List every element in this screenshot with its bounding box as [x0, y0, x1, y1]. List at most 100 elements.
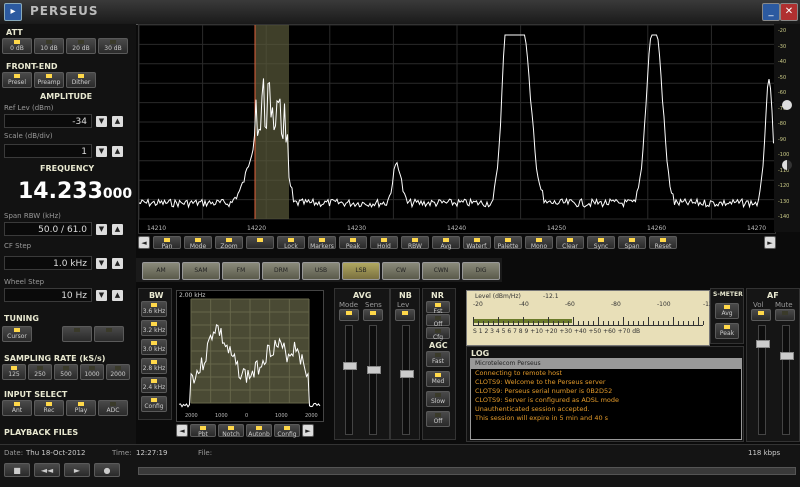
nb-slider[interactable]: [400, 325, 414, 435]
scroll-left-icon[interactable]: ◄: [138, 236, 150, 249]
ref-level-down-icon[interactable]: ▼: [96, 116, 107, 127]
input-button-ant[interactable]: Ant: [2, 400, 32, 416]
close-button[interactable]: ✕: [780, 3, 798, 21]
spectrum-tool-lock[interactable]: Lock: [277, 236, 305, 250]
filter-button-3-0-khz[interactable]: 3.0 kHz: [141, 339, 167, 355]
input-button-play[interactable]: Play: [66, 400, 96, 416]
scale-up-icon[interactable]: ▲: [112, 146, 123, 157]
avg-sens-button[interactable]: [363, 309, 383, 321]
att-button-10-db[interactable]: 10 dB: [34, 38, 64, 54]
frontend-button-dither[interactable]: Dither: [66, 72, 96, 88]
spectrum-tool-peak[interactable]: Peak: [339, 236, 367, 250]
spectrum-tool-reset[interactable]: Reset: [649, 236, 677, 250]
scale-field[interactable]: 1: [4, 144, 92, 158]
tuning-button-3[interactable]: [94, 326, 124, 342]
sampling-button-1000[interactable]: 1000: [80, 364, 104, 380]
filter-tool-config[interactable]: Config: [274, 424, 300, 438]
agc-button-med[interactable]: Med: [426, 371, 450, 387]
mode-button-usb[interactable]: USB: [302, 262, 340, 280]
avg-sens-slider[interactable]: [367, 325, 381, 435]
ref-level-up-icon[interactable]: ▲: [112, 116, 123, 127]
input-button-adc[interactable]: ADC: [98, 400, 128, 416]
tuning-button-1[interactable]: Cursor: [2, 326, 32, 342]
stop-button[interactable]: ■: [4, 463, 30, 477]
input-button-rec[interactable]: Rec: [34, 400, 64, 416]
af-mute-button[interactable]: [775, 309, 795, 321]
mode-button-cw[interactable]: CW: [382, 262, 420, 280]
filter-button-3-6-khz[interactable]: 3.6 kHz: [141, 301, 167, 317]
cf-step-up-icon[interactable]: ▲: [112, 258, 123, 269]
minimize-button[interactable]: _: [762, 3, 780, 21]
filter-button-3-2-khz[interactable]: 3.2 kHz: [141, 320, 167, 336]
playback-progress[interactable]: [138, 467, 796, 475]
frontend-button-preamp[interactable]: Preamp: [34, 72, 64, 88]
filter-button-2-8-khz[interactable]: 2.8 kHz: [141, 358, 167, 374]
frontend-button-presel[interactable]: Presel: [2, 72, 32, 88]
filter-button-2-4-khz[interactable]: 2.4 kHz: [141, 377, 167, 393]
avg-mode-thumb[interactable]: [343, 362, 357, 370]
mode-button-sam[interactable]: SAM: [182, 262, 220, 280]
avg-mode-button[interactable]: [339, 309, 359, 321]
nb-thumb[interactable]: [400, 370, 414, 378]
mode-button-drm[interactable]: DRM: [262, 262, 300, 280]
spectrum-tool-mode[interactable]: Mode: [184, 236, 212, 250]
spectrum-tool-markers[interactable]: Markers: [308, 236, 336, 250]
nr-button-off[interactable]: Off: [426, 314, 450, 328]
agc-button-off[interactable]: Off: [426, 411, 450, 427]
scroll-right-icon[interactable]: ►: [764, 236, 776, 249]
sampling-button-2000[interactable]: 2000: [106, 364, 130, 380]
play-button[interactable]: ►: [64, 463, 90, 477]
spectrum-tool-mono[interactable]: Mono: [525, 236, 553, 250]
span-up-icon[interactable]: ▲: [112, 224, 123, 235]
agc-button-fast[interactable]: Fast: [426, 351, 450, 367]
span-down-icon[interactable]: ▼: [96, 224, 107, 235]
spectrum-tool-blank[interactable]: [246, 236, 274, 249]
spectrum-tool-pan[interactable]: Pan: [153, 236, 181, 250]
filter-scroll-right-icon[interactable]: ►: [302, 424, 314, 437]
spectrum-tool-waterf[interactable]: Waterf.: [463, 236, 491, 250]
span-field[interactable]: 50.0 / 61.0: [4, 222, 92, 236]
mode-button-fm[interactable]: FM: [222, 262, 260, 280]
record-button[interactable]: ●: [94, 463, 120, 477]
avg-sens-thumb[interactable]: [367, 366, 381, 374]
spectrum-tool-avg[interactable]: Avg: [432, 236, 460, 250]
wheel-step-field[interactable]: 10 Hz: [4, 288, 92, 302]
ref-level-field[interactable]: -34: [4, 114, 92, 128]
spectrum-tool-sync[interactable]: Sync: [587, 236, 615, 250]
filter-spectrum[interactable]: 2.00 kHz 2000 1000 0 1000 2000: [176, 290, 324, 422]
filter-tool-notch[interactable]: Notch: [218, 424, 244, 438]
af-vol-thumb[interactable]: [756, 340, 770, 348]
frequency-display[interactable]: 14.233000: [18, 179, 132, 204]
scale-down-icon[interactable]: ▼: [96, 146, 107, 157]
filter-tool-autonb[interactable]: Autonb: [246, 424, 272, 438]
spectrum-tool-rbw[interactable]: RBW: [401, 236, 429, 250]
att-button-20-db[interactable]: 20 dB: [66, 38, 96, 54]
spectrum-tool-zoom[interactable]: Zoom: [215, 236, 243, 250]
mode-button-dig[interactable]: DIG: [462, 262, 500, 280]
filter-scroll-left-icon[interactable]: ◄: [176, 424, 188, 437]
rewind-button[interactable]: ◄◄: [34, 463, 60, 477]
nr-button-cfg[interactable]: Cfg: [426, 327, 450, 341]
filter-tool-pbt[interactable]: Pbt: [190, 424, 216, 438]
spectrum-tool-clear[interactable]: Clear: [556, 236, 584, 250]
nr-button-fst[interactable]: Fst: [426, 301, 450, 315]
sampling-button-500[interactable]: 500: [54, 364, 78, 380]
att-button-0-db[interactable]: 0 dB: [2, 38, 32, 54]
att-button-30-db[interactable]: 30 dB: [98, 38, 128, 54]
spectrum-display[interactable]: 14210 14220 14230 14240 14250 14260 14270: [138, 24, 776, 234]
tuning-button-2[interactable]: [62, 326, 92, 342]
wheel-step-up-icon[interactable]: ▲: [112, 290, 123, 301]
contrast-icon[interactable]: [782, 160, 792, 170]
nb-lev-button[interactable]: [395, 309, 415, 321]
cf-step-down-icon[interactable]: ▼: [96, 258, 107, 269]
mode-button-lsb[interactable]: LSB: [342, 262, 380, 280]
avg-mode-slider[interactable]: [343, 325, 357, 435]
agc-button-slow[interactable]: Slow: [426, 391, 450, 407]
spectrum-tool-hold[interactable]: Hold: [370, 236, 398, 250]
smeter-peak-button[interactable]: Peak: [715, 323, 739, 339]
spectrum-tool-palette[interactable]: Palette: [494, 236, 522, 250]
spectrum-tool-span[interactable]: Span: [618, 236, 646, 250]
wheel-step-down-icon[interactable]: ▼: [96, 290, 107, 301]
af-vol-slider[interactable]: [756, 325, 770, 435]
sampling-button-250[interactable]: 250: [28, 364, 52, 380]
